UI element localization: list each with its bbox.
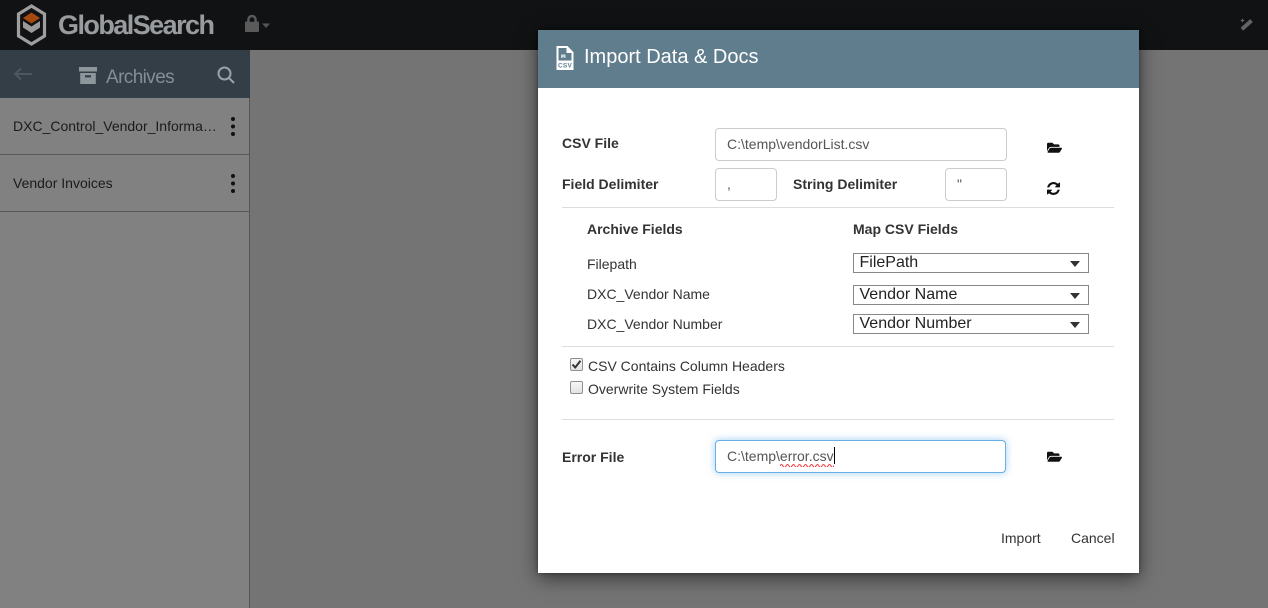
svg-text:CSV: CSV xyxy=(558,62,572,69)
